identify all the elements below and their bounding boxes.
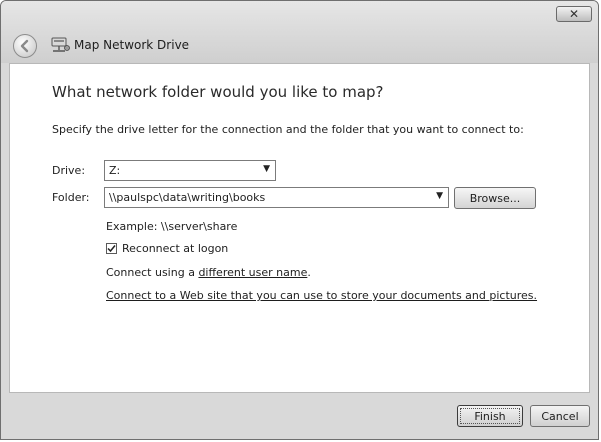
chevron-down-icon[interactable]: ▼ (436, 191, 443, 201)
chevron-down-icon: ▼ (263, 164, 270, 174)
cancel-button[interactable]: Cancel (530, 405, 590, 427)
connect-prefix: Connect using a (106, 266, 199, 279)
reconnect-checkbox[interactable] (106, 243, 117, 254)
reconnect-label: Reconnect at logon (122, 242, 229, 255)
page-heading: What network folder would you like to ma… (52, 83, 384, 101)
checkmark-icon (107, 245, 116, 253)
example-text: Example: \\server\share (106, 220, 238, 233)
connect-using-text: Connect using a different user name. (106, 266, 311, 279)
web-site-link[interactable]: Connect to a Web site that you can use t… (106, 289, 537, 302)
close-icon: ✕ (568, 7, 580, 21)
drive-value: Z: (109, 164, 121, 177)
folder-value: \\paulspc\data\writing\books (109, 191, 266, 204)
folder-input[interactable]: \\paulspc\data\writing\books ▼ (104, 187, 449, 208)
network-drive-icon (51, 37, 70, 52)
back-arrow-icon (20, 39, 29, 53)
connect-suffix: . (307, 266, 311, 279)
instruction-text: Specify the drive letter for the connect… (52, 123, 524, 136)
reconnect-option[interactable]: Reconnect at logon (106, 242, 228, 255)
close-button[interactable]: ✕ (556, 6, 592, 22)
drive-label: Drive: (52, 164, 86, 177)
different-user-name-link[interactable]: different user name (198, 266, 307, 279)
browse-button[interactable]: Browse... (454, 187, 536, 209)
finish-button[interactable]: Finish (457, 405, 523, 427)
drive-select[interactable]: Z: ▼ (104, 160, 276, 181)
wizard-content: What network folder would you like to ma… (9, 63, 590, 393)
folder-label: Folder: (52, 191, 90, 204)
title-bar: ✕ Map Network Drive (1, 1, 598, 63)
back-button[interactable] (13, 34, 37, 58)
window-title: Map Network Drive (74, 38, 190, 52)
map-network-drive-window: ✕ Map Network Drive What network folder … (0, 0, 599, 440)
